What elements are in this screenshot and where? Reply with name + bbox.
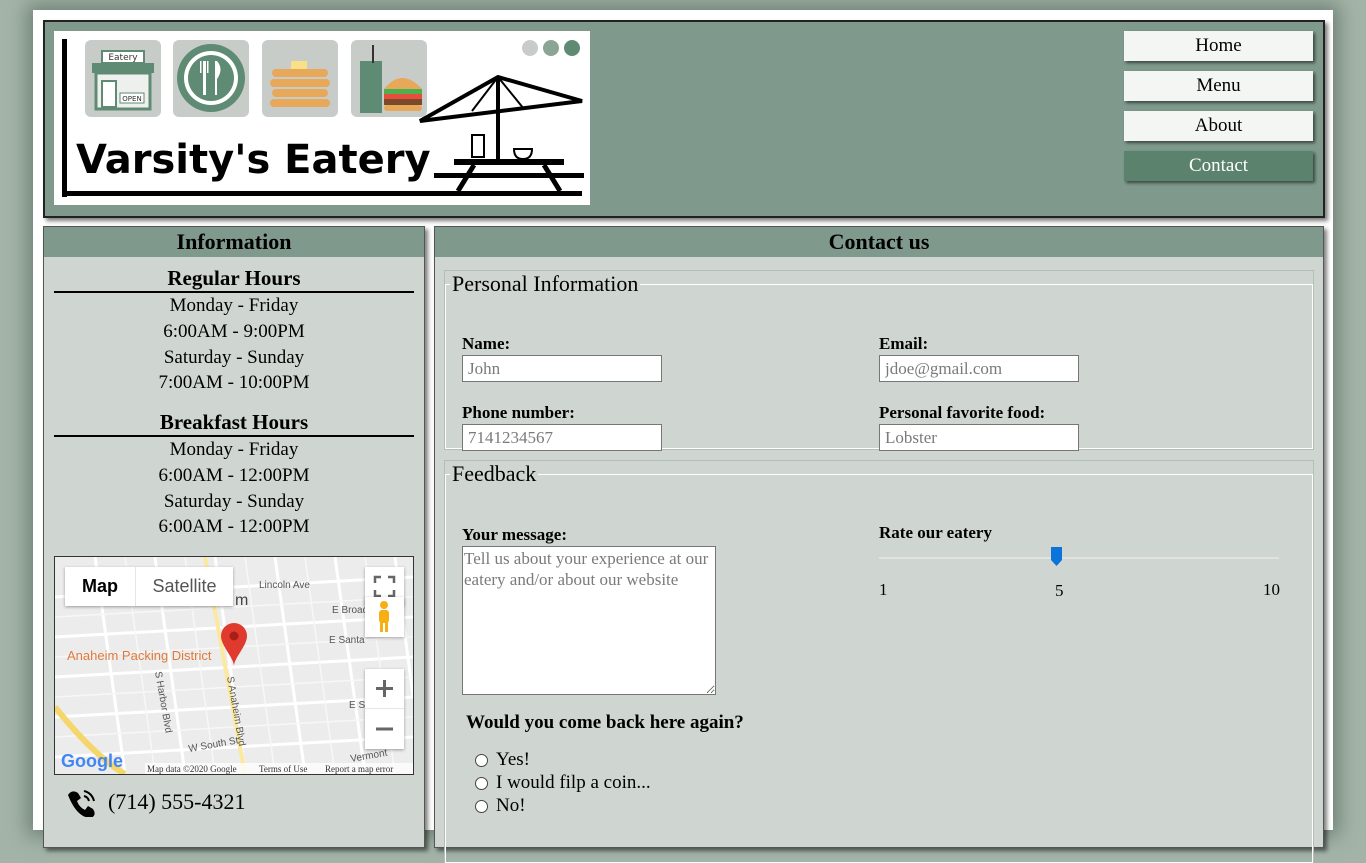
email-label: Email: — [879, 334, 929, 353]
email-input[interactable] — [879, 355, 1079, 382]
option-label: No! — [496, 795, 526, 816]
radio-button[interactable] — [475, 776, 488, 790]
map-tab-map[interactable]: Map — [65, 567, 136, 606]
map-street-label: E Broad — [332, 605, 368, 616]
information-title: Information — [44, 227, 424, 257]
phone-number: (714) 555-4321 — [108, 789, 246, 814]
google-logo: Google — [61, 751, 123, 771]
hours-line: Saturday - Sunday — [163, 347, 305, 368]
contact-title: Contact us — [435, 227, 1323, 257]
breakfast-hours-title: Breakfast Hours — [54, 401, 414, 437]
information-sidebar: Information Regular Hours Monday - Frida… — [43, 226, 425, 848]
rate-min-label: 1 — [879, 580, 888, 599]
rating-slider[interactable] — [879, 547, 1279, 567]
personal-info-fieldset: Personal Information Name: Email: Phone … — [444, 270, 1314, 451]
map-type-control: Map Satellite — [65, 567, 233, 606]
nav-home-button[interactable]: Home — [1124, 31, 1313, 61]
feedback-fieldset: Feedback Your message: Rate our eatery 1… — [444, 460, 1314, 863]
hours-line: 7:00AM - 10:00PM — [158, 372, 310, 393]
nav-about-button[interactable]: About — [1124, 111, 1313, 141]
map-partial-label: m — [235, 592, 248, 609]
slider-track — [879, 557, 1279, 559]
site-header: Eatery OPEN Varsity's Eatery Home Menu A… — [43, 20, 1325, 218]
nav-menu-button[interactable]: Menu — [1124, 71, 1313, 101]
map-tab-satellite[interactable]: Satellite — [136, 567, 233, 606]
phone-label: Phone number: — [462, 403, 575, 422]
zoom-control — [365, 669, 404, 749]
option-label: Yes! — [496, 749, 530, 770]
favorite-food-input[interactable] — [879, 424, 1079, 451]
phone-icon — [68, 790, 95, 817]
message-label: Your message: — [462, 525, 567, 544]
eatery-sign-text: Eatery — [108, 53, 138, 63]
come-back-option-no[interactable]: No! — [475, 795, 526, 817]
site-logo[interactable]: Eatery OPEN Varsity's Eatery — [54, 31, 590, 205]
hours-line: Monday - Friday — [169, 295, 299, 316]
slider-thumb[interactable] — [1051, 547, 1062, 567]
hours-line: 6:00AM - 12:00PM — [158, 516, 310, 537]
come-back-option-yes[interactable]: Yes! — [475, 749, 530, 771]
main-nav: Home Menu About Contact — [1124, 31, 1313, 191]
phone-row: (714) 555-4321 — [64, 787, 245, 817]
map-street-label: E S — [349, 700, 365, 711]
rate-value-label: 5 — [1055, 581, 1064, 600]
map-terms-link: Terms of Use — [259, 764, 307, 774]
location-map[interactable]: Lincoln Ave E Broad E Santa S Harbor Blv… — [54, 556, 414, 775]
come-back-option-maybe[interactable]: I would filp a coin... — [475, 772, 651, 794]
zoom-out-icon[interactable] — [365, 709, 404, 749]
contact-panel: Contact us Personal Information Name: Em… — [434, 226, 1324, 863]
rate-max-label: 10 — [1263, 580, 1280, 599]
nav-contact-button[interactable]: Contact — [1124, 151, 1313, 181]
logo-title: Varsity's Eatery — [76, 137, 431, 183]
regular-hours-title: Regular Hours — [54, 257, 414, 293]
personal-info-legend: Personal Information — [452, 271, 639, 296]
rate-label: Rate our eatery — [879, 523, 992, 542]
map-street-label: Lincoln Ave — [259, 580, 310, 591]
phone-input[interactable] — [462, 424, 662, 451]
zoom-in-icon[interactable] — [365, 669, 404, 709]
map-report-link: Report a map error — [325, 764, 393, 774]
hours-line: Saturday - Sunday — [163, 491, 305, 512]
logo-graphic: Eatery OPEN Varsity's Eatery — [62, 39, 584, 197]
hours-line: Monday - Friday — [169, 439, 299, 460]
come-back-question: Would you come back here again? — [466, 712, 744, 733]
name-input[interactable] — [462, 355, 662, 382]
hours-line: 6:00AM - 12:00PM — [158, 465, 310, 486]
map-data-text: Map data ©2020 Google — [147, 764, 237, 774]
map-street-label: E Santa — [329, 635, 365, 646]
regular-hours-block: Regular Hours Monday - Friday 6:00AM - 9… — [54, 257, 414, 395]
hours-line: 6:00AM - 9:00PM — [163, 321, 305, 342]
message-textarea[interactable] — [462, 546, 716, 695]
name-label: Name: — [462, 334, 511, 353]
feedback-legend: Feedback — [452, 461, 537, 486]
favorite-food-label: Personal favorite food: — [879, 403, 1046, 422]
option-label: I would filp a coin... — [496, 772, 651, 793]
street-view-pegman-icon[interactable] — [365, 597, 404, 637]
map-place-label: Anaheim Packing District — [67, 648, 212, 663]
breakfast-hours-block: Breakfast Hours Monday - Friday 6:00AM -… — [54, 401, 414, 539]
page: Eatery OPEN Varsity's Eatery Home Menu A… — [33, 10, 1333, 863]
radio-button[interactable] — [475, 753, 488, 767]
open-sign-text: OPEN — [122, 95, 141, 103]
